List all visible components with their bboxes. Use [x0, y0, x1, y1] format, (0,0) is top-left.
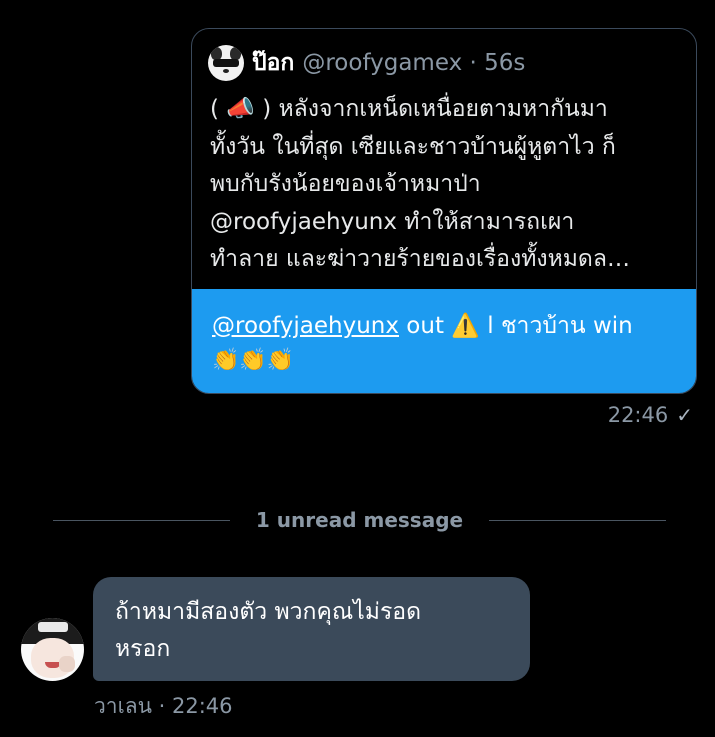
quoted-author-name[interactable]: ป๊อก	[252, 45, 294, 81]
clap-icon: 👏	[212, 348, 240, 373]
quoted-author-handle: @roofygamex · 56s	[302, 50, 526, 76]
message-text-tail: l ชาวบ้าน win	[479, 313, 633, 339]
divider-line	[53, 519, 230, 521]
incoming-message-bubble[interactable]: ถ้าหมามีสองตัว พวกคุณไม่รอด หรอก	[93, 577, 530, 681]
warning-icon: ⚠️	[451, 313, 480, 339]
incoming-message-meta: วาเลน · 22:46	[94, 694, 233, 718]
unread-label: 1 unread message	[255, 508, 464, 532]
mention-link[interactable]: @roofyjaehyunx	[212, 313, 399, 339]
clap-icon: 👏	[239, 348, 267, 373]
checkmark-icon: ✓	[676, 403, 693, 427]
quoted-author-avatar[interactable]	[208, 45, 244, 81]
quoted-tweet-header: ป๊อก @roofygamex · 56s	[208, 45, 525, 81]
message-time: 22:46	[607, 403, 669, 427]
divider-line	[489, 519, 666, 521]
unread-divider: 1 unread message	[53, 508, 666, 532]
quoted-tweet-card[interactable]: ป๊อก @roofygamex · 56s ( 📣 ) หลังจากเหน็…	[191, 28, 697, 394]
sender-avatar[interactable]	[21, 618, 84, 681]
clap-icon: 👏	[266, 348, 295, 373]
message-text: out	[399, 313, 452, 339]
outgoing-message-bubble[interactable]: @roofyjaehyunx out ⚠️ l ชาวบ้าน win 👏👏👏	[192, 289, 696, 393]
quoted-tweet-text: ( 📣 ) หลังจากเหน็ดเหนื่อยตามหากันมา ทั้ง…	[210, 96, 630, 272]
outgoing-message-meta: 22:46 ✓	[608, 403, 693, 427]
